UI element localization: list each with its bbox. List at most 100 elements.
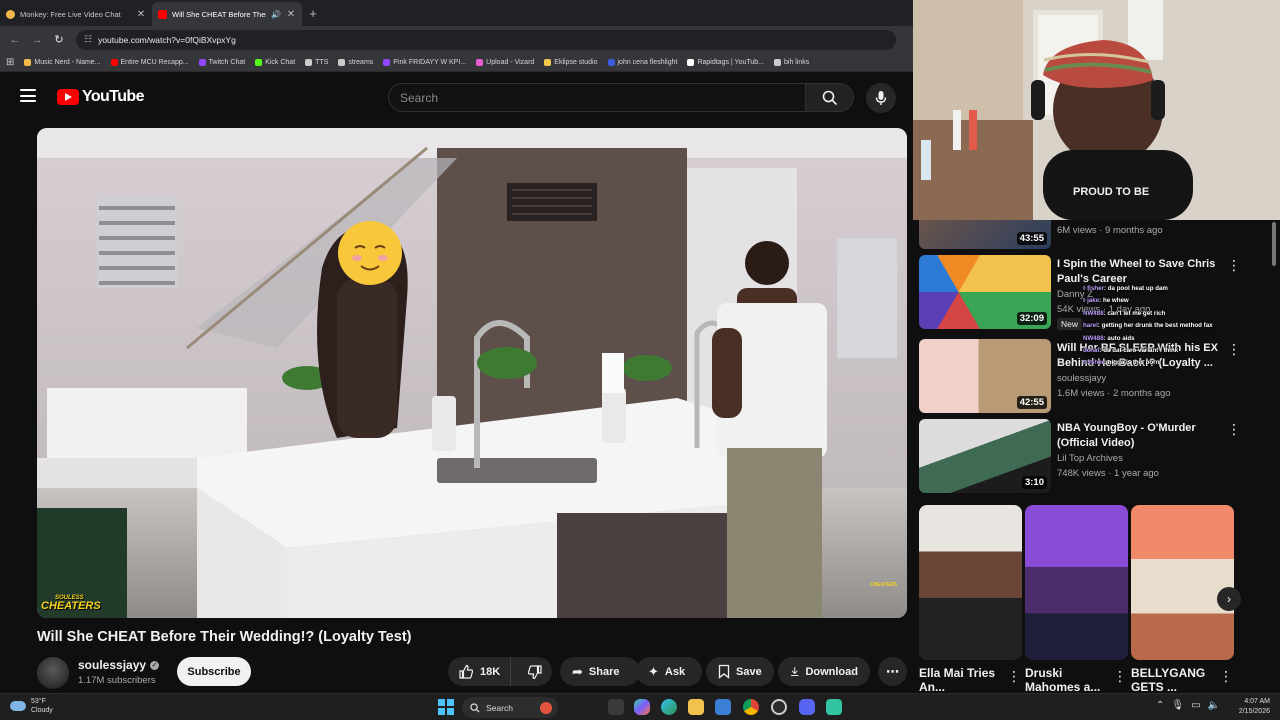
download-icon [791, 667, 799, 677]
short-title: Ella Mai Tries An... [919, 666, 996, 693]
bookmark-item[interactable]: bih links [774, 58, 809, 66]
tray-chevron-up-icon[interactable]: ⌃ [1156, 700, 1164, 711]
bookmark-item[interactable]: streams [338, 58, 373, 66]
back-arrow-icon[interactable]: ← [6, 31, 24, 49]
video-thumbnail[interactable]: 3:10 [919, 419, 1051, 493]
video-channel[interactable]: Lil Top Archives [1057, 453, 1123, 464]
browser-toolbar: ← → ↻ ☷ youtube.com/watch?v=0fQiBXvpxYg [0, 26, 913, 53]
address-bar[interactable]: ☷ youtube.com/watch?v=0fQiBXvpxYg [76, 29, 896, 50]
new-tab-button[interactable]: + [302, 6, 324, 21]
obs-icon[interactable] [771, 699, 787, 715]
video-watermark: CHEATERS [869, 582, 897, 588]
chat-text: : can't let me get rich [1103, 309, 1166, 317]
bookmark-item[interactable]: Music Nerd - Name... [24, 58, 101, 66]
ask-button[interactable]: ✦ Ask [636, 657, 702, 686]
file-explorer-icon[interactable] [688, 699, 704, 715]
weather-temp: 53°F [31, 698, 46, 705]
verified-check-icon: ✓ [150, 660, 160, 670]
close-tab-icon[interactable]: ✕ [136, 9, 146, 20]
bookmark-item[interactable]: Eklipse studio [544, 58, 598, 66]
shorts-next-arrow-icon[interactable]: › [1217, 587, 1241, 611]
voice-search-button[interactable] [866, 83, 896, 113]
youtube-logo[interactable]: YouTube [57, 88, 144, 106]
tab-monkey[interactable]: Monkey: Free Live Video Chat ✕ [0, 2, 152, 26]
store-icon[interactable] [715, 699, 731, 715]
streamlabs-icon[interactable] [826, 699, 842, 715]
reload-icon[interactable]: ↻ [50, 31, 68, 49]
bookmark-favicon-icon [687, 58, 695, 66]
like-button[interactable]: 18K [448, 657, 512, 686]
dislike-button[interactable] [517, 657, 552, 686]
volume-icon[interactable]: 🔈 [1208, 700, 1220, 711]
share-button[interactable]: ➦ Share [560, 657, 640, 686]
chat-text: : nigga is this porn [1103, 359, 1160, 367]
search-highlight-icon [540, 701, 552, 714]
search-icon [470, 702, 480, 713]
chrome-icon[interactable] [743, 699, 759, 715]
more-vertical-icon[interactable]: ⋮ [1227, 421, 1241, 438]
discord-icon[interactable] [799, 699, 815, 715]
tab-youtube-video[interactable]: Will She CHEAT Before Their 🔊 ✕ [152, 2, 302, 26]
download-button[interactable]: Download [778, 657, 870, 686]
search-button[interactable] [806, 83, 854, 112]
video-thumbnail[interactable]: 42:55 [919, 339, 1051, 413]
more-vertical-icon[interactable]: ⋮ [1219, 668, 1233, 685]
chat-message: NW488: can't let me get rich [1083, 308, 1263, 320]
video-title: Will She CHEAT Before Their Wedding!? (L… [37, 629, 412, 645]
copilot-icon[interactable] [634, 699, 650, 715]
video-player[interactable]: SOULESS CHEATERS CHEATERS [37, 128, 907, 618]
close-tab-icon[interactable]: ✕ [286, 9, 296, 20]
apps-grid-icon[interactable]: ⊞ [6, 57, 14, 68]
bookmark-label: Twitch Chat [208, 58, 246, 66]
more-actions-button[interactable]: ⋯ [878, 657, 907, 686]
taskbar-search[interactable]: Search [462, 697, 558, 718]
task-view-icon[interactable] [608, 699, 624, 715]
weather-text: 53°F Cloudy [31, 697, 53, 715]
search-input[interactable]: Search [388, 83, 806, 112]
bookmark-item[interactable]: Pink FRIDAYY W KPI... [383, 58, 466, 66]
more-vertical-icon[interactable]: ⋮ [1113, 668, 1127, 685]
microphone-tray-icon[interactable]: 🎙 [1171, 700, 1184, 711]
video-meta: 748K views · 1 year ago [1057, 468, 1159, 479]
stream-chat-overlay: t·fisher: da pool heat up dam t·jake: he… [1083, 283, 1263, 370]
sparkle-icon: ✦ [648, 664, 659, 679]
video-thumbnail[interactable]: 32:09 [919, 255, 1051, 329]
edge-icon[interactable] [661, 699, 677, 715]
speaker-icon[interactable]: 🔊 [271, 10, 281, 19]
bookmark-item[interactable]: john cena fleshlight [607, 58, 677, 66]
ask-label: Ask [664, 665, 686, 678]
short-thumbnail[interactable] [1131, 505, 1234, 660]
video-meta: 1.6M views · 2 months ago [1057, 388, 1171, 399]
bookmark-favicon-icon [338, 58, 346, 66]
forward-arrow-icon[interactable]: → [28, 31, 46, 49]
bookmark-item[interactable]: Twitch Chat [198, 58, 246, 66]
video-thumbnail[interactable]: 43:55 [919, 220, 1051, 249]
chat-username: t·fisher [1083, 359, 1104, 367]
bookmark-item[interactable]: Entire MCU Recapp... [110, 58, 189, 66]
share-label: Share [588, 665, 620, 678]
short-thumbnail[interactable] [1025, 505, 1128, 660]
sidebar-scrollbar[interactable] [1272, 222, 1276, 266]
subscribe-button[interactable]: Subscribe [177, 657, 251, 686]
taskbar-clock[interactable]: 4:07 AM 2/15/2026 [1226, 697, 1270, 717]
windows-start-icon[interactable] [438, 699, 454, 715]
bookmark-label: TTS [315, 58, 329, 66]
bookmark-favicon-icon [383, 58, 391, 66]
weather-widget[interactable]: 53°F Cloudy [10, 697, 53, 715]
menu-icon[interactable] [20, 89, 36, 102]
bookmark-item[interactable]: Rapidtags | YouTub... [687, 58, 764, 66]
save-button[interactable]: Save [706, 657, 774, 686]
short-thumbnail[interactable] [919, 505, 1022, 660]
channel-avatar[interactable] [37, 657, 69, 689]
recommendation-card[interactable]: 43:55 6M views · 9 months ago [919, 220, 1271, 249]
bookmark-item[interactable]: Kick Chat [255, 58, 295, 66]
site-info-icon[interactable]: ☷ [84, 34, 92, 45]
more-vertical-icon[interactable]: ⋮ [1007, 668, 1021, 685]
more-vertical-icon[interactable]: ⋮ [1227, 257, 1241, 274]
bookmark-item[interactable]: TTS [305, 58, 329, 66]
recommendation-card[interactable]: 3:10 NBA YoungBoy - O'Murder (Official V… [919, 419, 1271, 493]
bookmark-item[interactable]: Upload - Vizard [476, 58, 534, 66]
channel-name[interactable]: soulessjayy ✓ [78, 658, 160, 672]
network-icon[interactable]: ▭ [1191, 700, 1200, 711]
video-channel[interactable]: soulessjayy [1057, 373, 1106, 384]
